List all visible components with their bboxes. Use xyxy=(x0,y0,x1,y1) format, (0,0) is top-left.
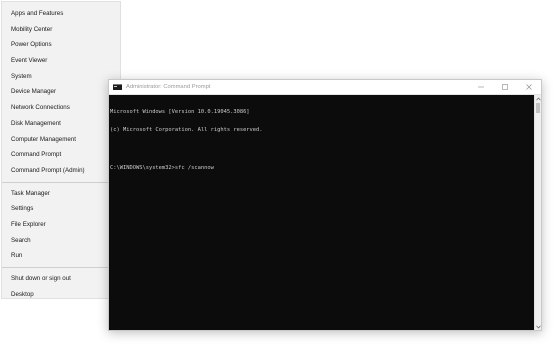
scroll-thumb[interactable] xyxy=(536,103,540,113)
window-controls xyxy=(469,80,541,94)
scroll-down-button[interactable] xyxy=(535,323,541,330)
chevron-up-icon xyxy=(535,96,541,100)
cmd-app-icon xyxy=(113,84,122,90)
maximize-icon xyxy=(502,84,508,90)
console-line: (c) Microsoft Corporation. All rights re… xyxy=(110,127,263,134)
menu-item-disk-management[interactable]: Disk Management xyxy=(2,116,120,132)
menu-item-computer-management[interactable]: Computer Management xyxy=(2,132,120,148)
menu-item-device-manager[interactable]: Device Manager xyxy=(2,84,120,100)
chevron-down-icon xyxy=(535,325,541,329)
winx-menu: Apps and Features Mobility Center Power … xyxy=(1,1,121,299)
maximize-button[interactable] xyxy=(493,80,517,94)
console-output[interactable]: Microsoft Windows [Version 10.0.19045.30… xyxy=(109,95,534,330)
menu-separator xyxy=(2,267,120,268)
close-button[interactable] xyxy=(517,80,541,94)
menu-item-desktop[interactable]: Desktop xyxy=(2,287,120,303)
minimize-icon xyxy=(478,86,484,88)
menu-item-mobility-center[interactable]: Mobility Center xyxy=(2,22,120,38)
console-line: C:\WINDOWS\system32>sfc /scannow xyxy=(110,165,214,172)
desktop: Apps and Features Mobility Center Power … xyxy=(0,0,560,355)
menu-separator xyxy=(2,181,120,183)
menu-item-network-connections[interactable]: Network Connections xyxy=(2,100,120,116)
menu-item-event-viewer[interactable]: Event Viewer xyxy=(2,53,120,69)
console-line: Microsoft Windows [Version 10.0.19045.30… xyxy=(110,108,250,115)
vertical-scrollbar[interactable] xyxy=(534,95,541,330)
menu-item-file-explorer[interactable]: File Explorer xyxy=(2,217,120,233)
menu-item-task-manager[interactable]: Task Manager xyxy=(2,186,120,202)
title-bar[interactable]: Administrator: Command Prompt xyxy=(109,80,541,95)
close-icon xyxy=(526,84,532,90)
command-prompt-window[interactable]: Administrator: Command Prompt Microsoft … xyxy=(108,79,542,331)
window-title: Administrator: Command Prompt xyxy=(126,84,211,90)
scroll-up-button[interactable] xyxy=(535,95,541,102)
menu-item-apps-and-features[interactable]: Apps and Features xyxy=(2,6,120,22)
menu-item-power-options[interactable]: Power Options xyxy=(2,37,120,53)
menu-item-shut-down-or-sign-out[interactable]: Shut down or sign out xyxy=(2,271,120,287)
menu-item-command-prompt[interactable]: Command Prompt xyxy=(2,147,120,163)
menu-item-settings[interactable]: Settings xyxy=(2,201,120,217)
menu-item-system[interactable]: System xyxy=(2,69,120,85)
menu-item-run[interactable]: Run xyxy=(2,248,120,264)
minimize-button[interactable] xyxy=(469,80,493,94)
menu-item-search[interactable]: Search xyxy=(2,233,120,249)
menu-item-command-prompt-admin[interactable]: Command Prompt (Admin) xyxy=(2,163,120,179)
